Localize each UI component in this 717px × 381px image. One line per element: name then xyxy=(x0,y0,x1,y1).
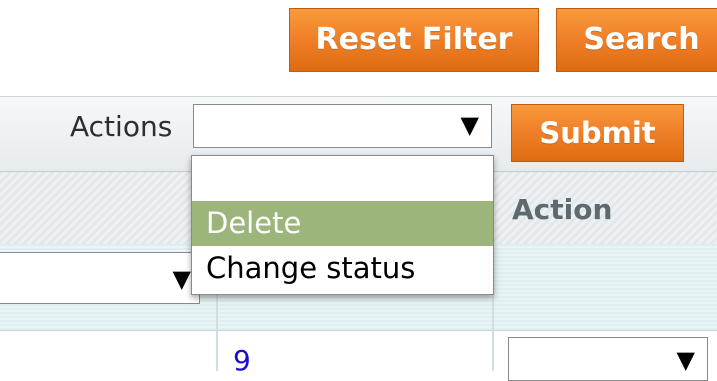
dropdown-option-change-status[interactable]: Change status xyxy=(192,246,493,291)
reset-filter-button[interactable]: Reset Filter xyxy=(289,8,539,72)
submit-button[interactable]: Submit xyxy=(511,104,684,162)
actions-select[interactable]: ▼ xyxy=(193,104,492,148)
dropdown-arrow-icon: ▼ xyxy=(676,346,695,374)
dropdown-arrow-icon: ▼ xyxy=(460,111,479,139)
dropdown-option-blank[interactable] xyxy=(192,156,493,201)
search-button[interactable]: Search xyxy=(556,8,717,72)
actions-dropdown-list: Delete Change status xyxy=(191,155,494,295)
filter-select[interactable]: ▼ xyxy=(0,252,200,304)
column-header-action[interactable]: Action xyxy=(512,193,612,226)
dropdown-option-delete[interactable]: Delete xyxy=(192,201,493,246)
dropdown-arrow-icon: ▼ xyxy=(172,265,191,293)
actions-label: Actions xyxy=(70,110,173,143)
row-action-select[interactable]: ▼ xyxy=(508,337,708,381)
row-id-link[interactable]: 9 xyxy=(233,344,251,377)
